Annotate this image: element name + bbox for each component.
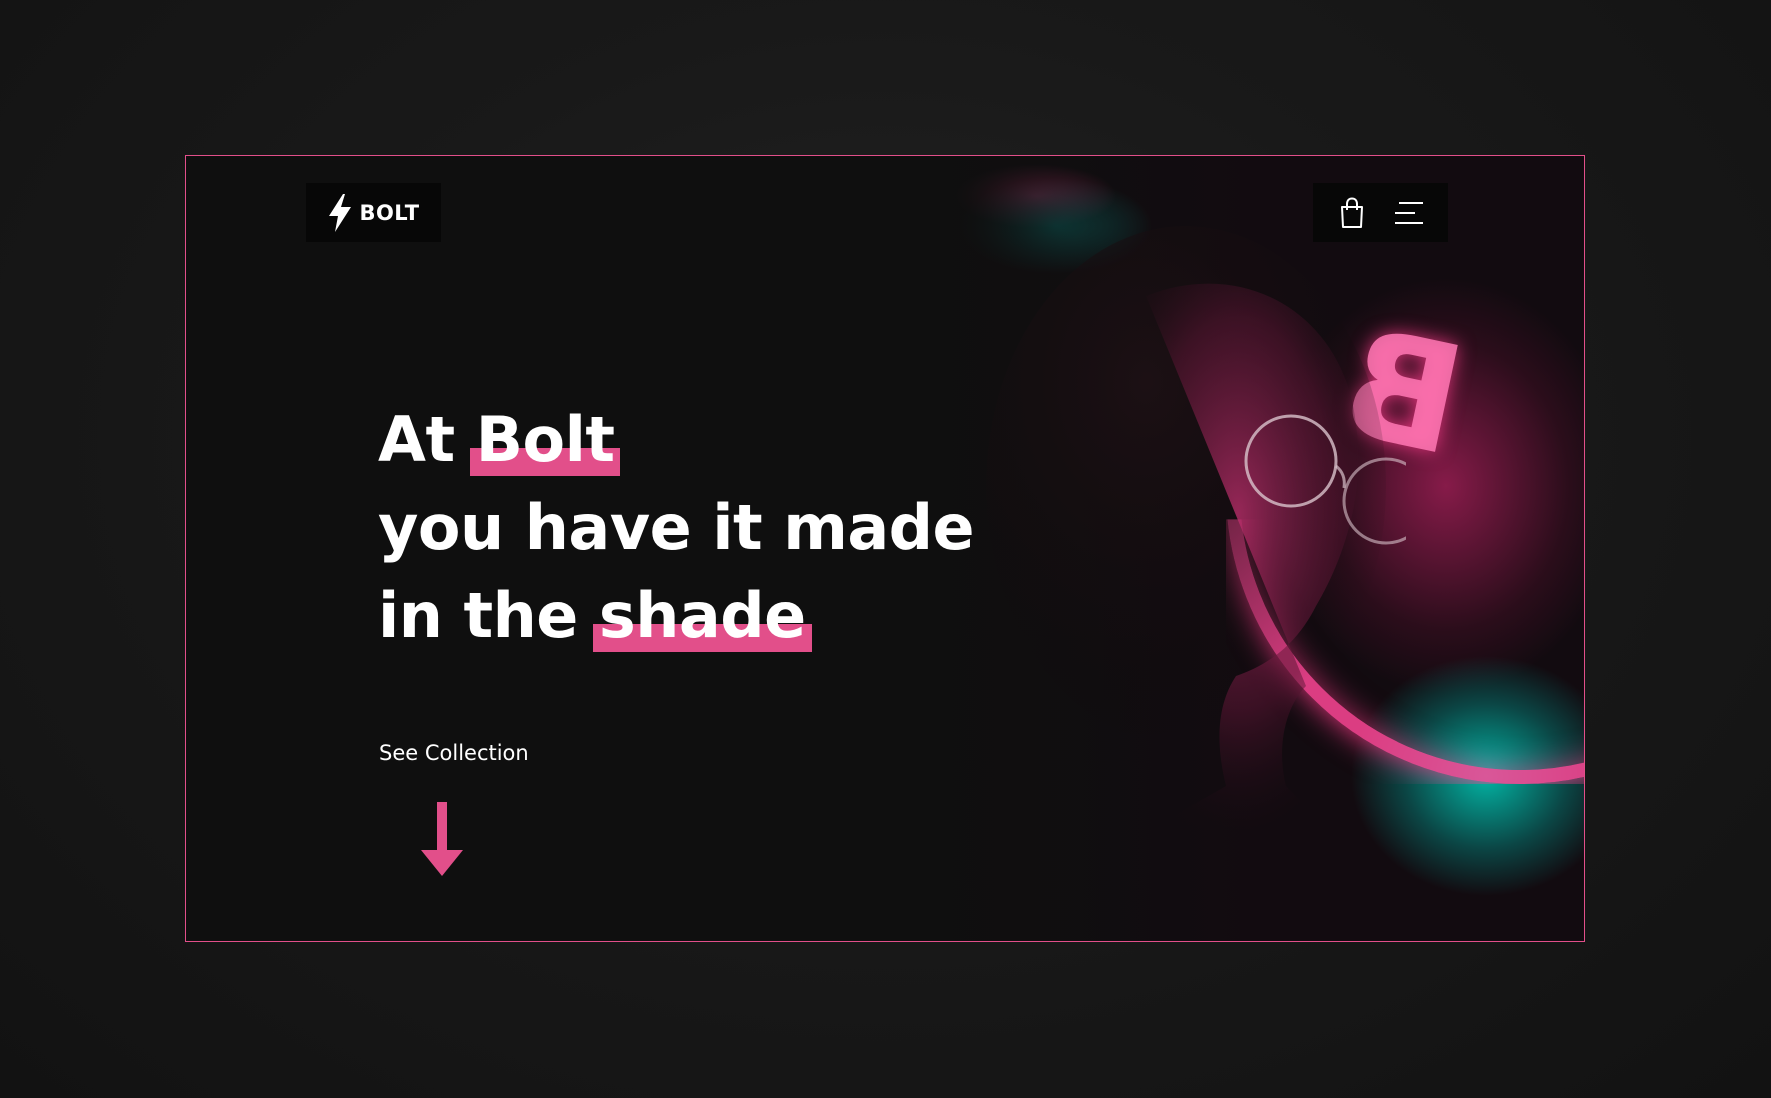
- brand-logo[interactable]: BOLT: [306, 183, 441, 242]
- brand-name: BOLT: [359, 200, 420, 225]
- shopping-bag-icon: [1340, 196, 1363, 228]
- hero-frame: B BOLT At Bolt you have it made in the s…: [185, 155, 1585, 942]
- headline-line-3: in the shade: [378, 572, 974, 660]
- lightning-bolt-icon: [329, 193, 352, 232]
- hamburger-menu-icon: [1395, 201, 1424, 224]
- scroll-down-button[interactable]: [421, 802, 463, 883]
- headline-line-2: you have it made: [378, 491, 975, 564]
- hero-image: B: [926, 156, 1584, 941]
- headline-line-1: At Bolt: [378, 396, 974, 484]
- nav-actions: [1313, 183, 1448, 242]
- menu-button[interactable]: [1389, 193, 1429, 233]
- woman-portrait-silhouette: [986, 226, 1406, 941]
- hero-headline: At Bolt you have it made in the shade: [378, 396, 975, 660]
- cart-button[interactable]: [1332, 193, 1372, 233]
- arrow-down-icon: [421, 802, 463, 876]
- headline-text: in the: [378, 579, 599, 652]
- see-collection-link[interactable]: See Collection: [379, 741, 529, 765]
- headline-highlight-shade: shade: [592, 572, 812, 660]
- headline-highlight-bolt: Bolt: [469, 396, 621, 484]
- headline-text: At: [378, 403, 476, 476]
